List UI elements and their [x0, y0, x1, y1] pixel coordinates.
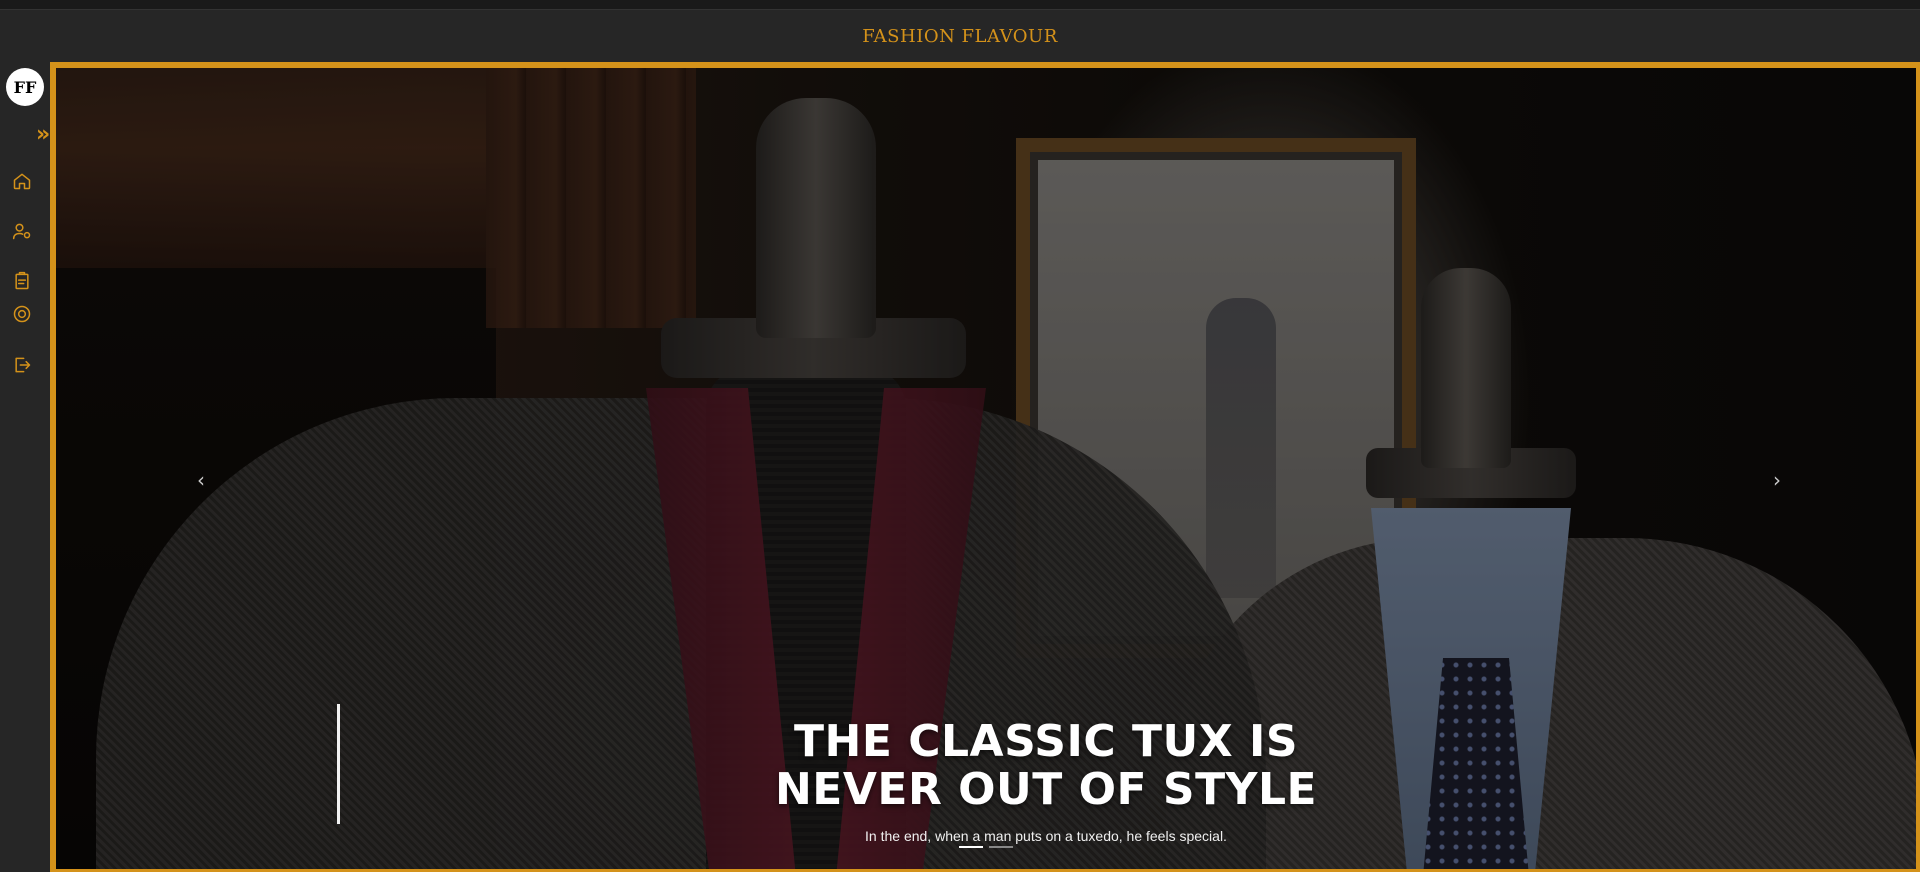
caption-divider: [337, 704, 340, 824]
carousel-next-button[interactable]: ›: [1768, 466, 1786, 494]
slide-title-line-2: NEVER OUT OF STYLE: [774, 764, 1318, 815]
sidebar: FF »: [0, 62, 50, 872]
brand-title: FASHION FLAVOUR: [862, 25, 1058, 47]
expand-sidebar-icon[interactable]: »: [36, 124, 50, 146]
carousel-indicator[interactable]: [959, 846, 983, 848]
clipboard-icon[interactable]: [11, 270, 33, 292]
slide-caption: THE CLASSIC TUX IS NEVER OUT OF STYLE In…: [596, 718, 1496, 845]
carousel-indicator[interactable]: [989, 846, 1013, 848]
slide-title-line-1: THE CLASSIC TUX IS: [793, 716, 1299, 767]
target-icon[interactable]: [11, 303, 33, 325]
top-header: FASHION FLAVOUR: [0, 10, 1920, 62]
carousel-indicators: [959, 846, 1013, 848]
logout-icon[interactable]: [11, 354, 33, 376]
slide-subtitle: In the end, when a man puts on a tuxedo,…: [865, 828, 1227, 844]
hero-carousel: ‹ › THE CLASSIC TUX IS NEVER OUT OF STYL…: [50, 62, 1920, 872]
home-icon[interactable]: [11, 170, 33, 192]
window-top-strip: [0, 0, 1920, 10]
logo[interactable]: FF: [6, 68, 44, 106]
users-settings-icon[interactable]: [11, 220, 33, 242]
slide-title: THE CLASSIC TUX IS NEVER OUT OF STYLE: [596, 718, 1496, 814]
carousel-prev-button[interactable]: ‹: [192, 466, 210, 494]
